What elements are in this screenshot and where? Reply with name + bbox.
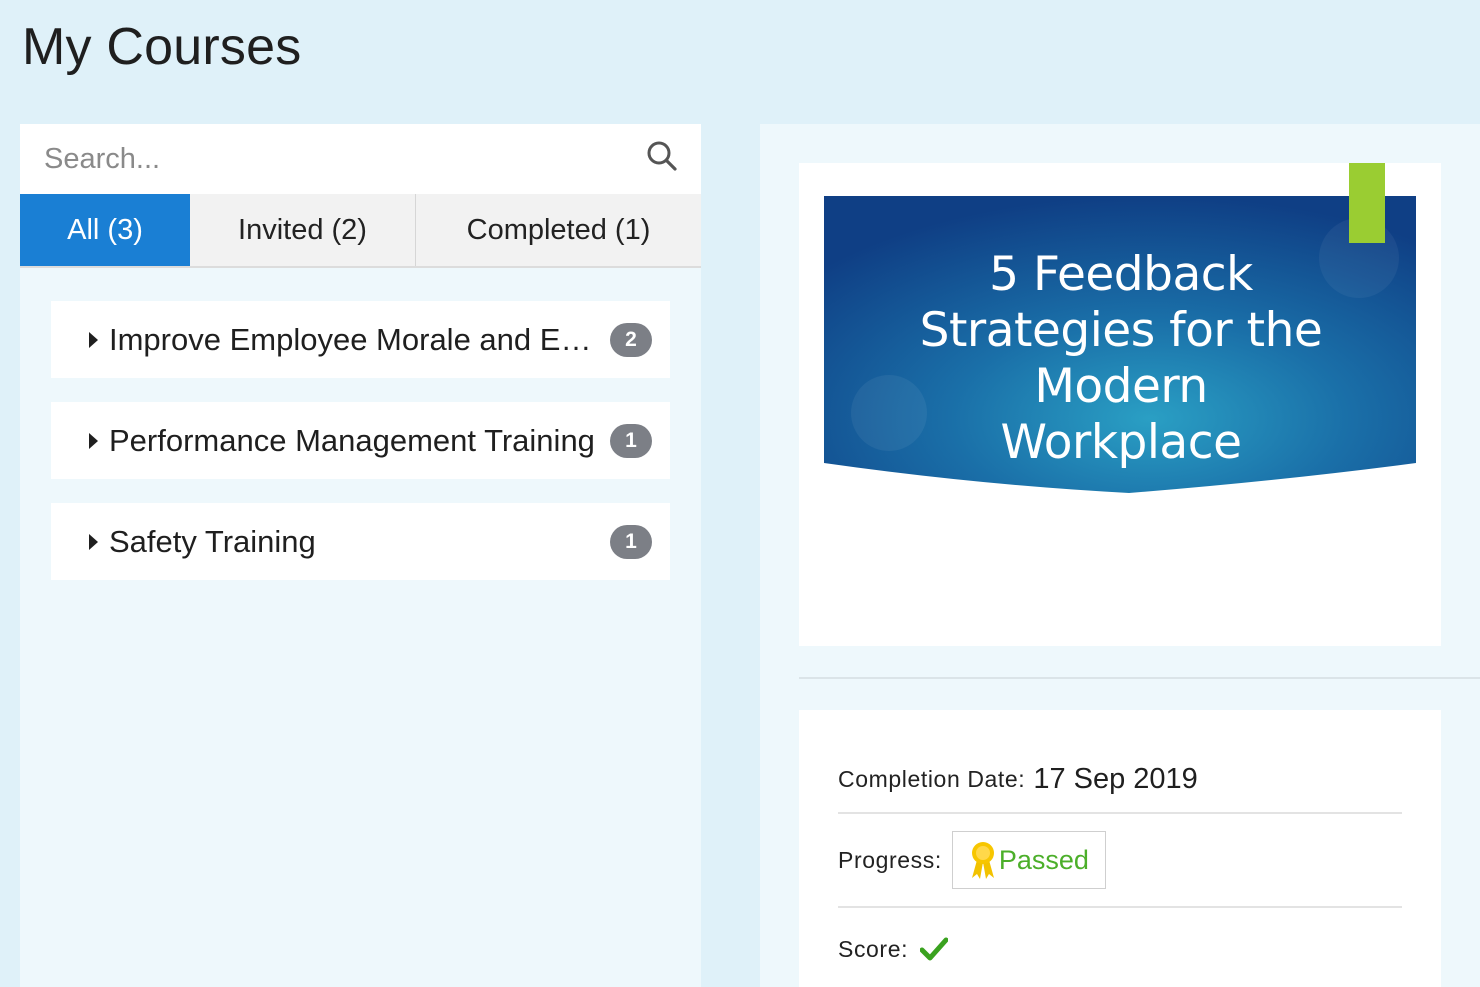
progress-status-text: Passed <box>998 844 1089 875</box>
course-details-card: Completion Date: 17 Sep 2019 Progress: P… <box>799 710 1441 987</box>
count-badge: 1 <box>610 424 652 458</box>
tab-all[interactable]: All (3) <box>20 194 190 266</box>
search-input[interactable] <box>20 124 630 194</box>
course-item-safety-training[interactable]: Safety Training 1 <box>51 503 670 580</box>
thumbnail-title: 5 Feedback Strategies for the Modern Wor… <box>825 247 1417 471</box>
caret-right-icon[interactable] <box>89 332 98 348</box>
completion-date-row: Completion Date: 17 Sep 2019 <box>838 746 1402 814</box>
completion-date-value: 17 Sep 2019 <box>1033 762 1198 795</box>
count-badge: 2 <box>610 323 652 357</box>
caret-right-icon[interactable] <box>89 534 98 550</box>
course-thumbnail-card[interactable]: 5 Feedback Strategies for the Modern Wor… <box>799 163 1441 646</box>
course-name: Improve Employee Morale and Engagement <box>109 322 595 357</box>
search-bar <box>20 124 701 194</box>
page-title: My Courses <box>22 18 302 76</box>
thumbnail-title-line: Strategies for the <box>919 303 1323 358</box>
search-icon[interactable] <box>645 139 679 173</box>
thumbnail-title-line: 5 Feedback <box>989 247 1253 302</box>
course-item-improve-employee-morale[interactable]: Improve Employee Morale and Engagement 2 <box>51 301 670 378</box>
score-row: Score: <box>838 916 1402 982</box>
count-badge: 1 <box>610 525 652 559</box>
section-divider <box>799 677 1480 679</box>
course-detail-panel: 5 Feedback Strategies for the Modern Wor… <box>760 124 1480 987</box>
progress-status-badge: Passed <box>951 831 1106 889</box>
checkmark-icon <box>920 937 949 961</box>
tab-invited[interactable]: Invited (2) <box>190 194 416 266</box>
course-item-performance-management[interactable]: Performance Management Training 1 <box>51 402 670 479</box>
course-list: Improve Employee Morale and Engagement 2… <box>51 301 670 604</box>
tab-completed[interactable]: Completed (1) <box>416 194 701 266</box>
filter-tabs: All (3) Invited (2) Completed (1) <box>20 194 701 268</box>
caret-right-icon[interactable] <box>89 433 98 449</box>
completion-date-label: Completion Date: <box>838 765 1026 792</box>
course-list-panel: All (3) Invited (2) Completed (1) Improv… <box>20 124 701 987</box>
progress-row: Progress: Passed <box>838 814 1402 908</box>
award-ribbon-icon <box>971 842 994 879</box>
progress-label: Progress: <box>838 846 942 873</box>
thumbnail-title-line: Modern <box>1034 359 1208 414</box>
course-name: Safety Training <box>109 524 316 559</box>
course-name: Performance Management Training <box>109 423 595 458</box>
score-label: Score: <box>838 935 909 962</box>
thumbnail-title-line: Workplace <box>1000 415 1242 470</box>
